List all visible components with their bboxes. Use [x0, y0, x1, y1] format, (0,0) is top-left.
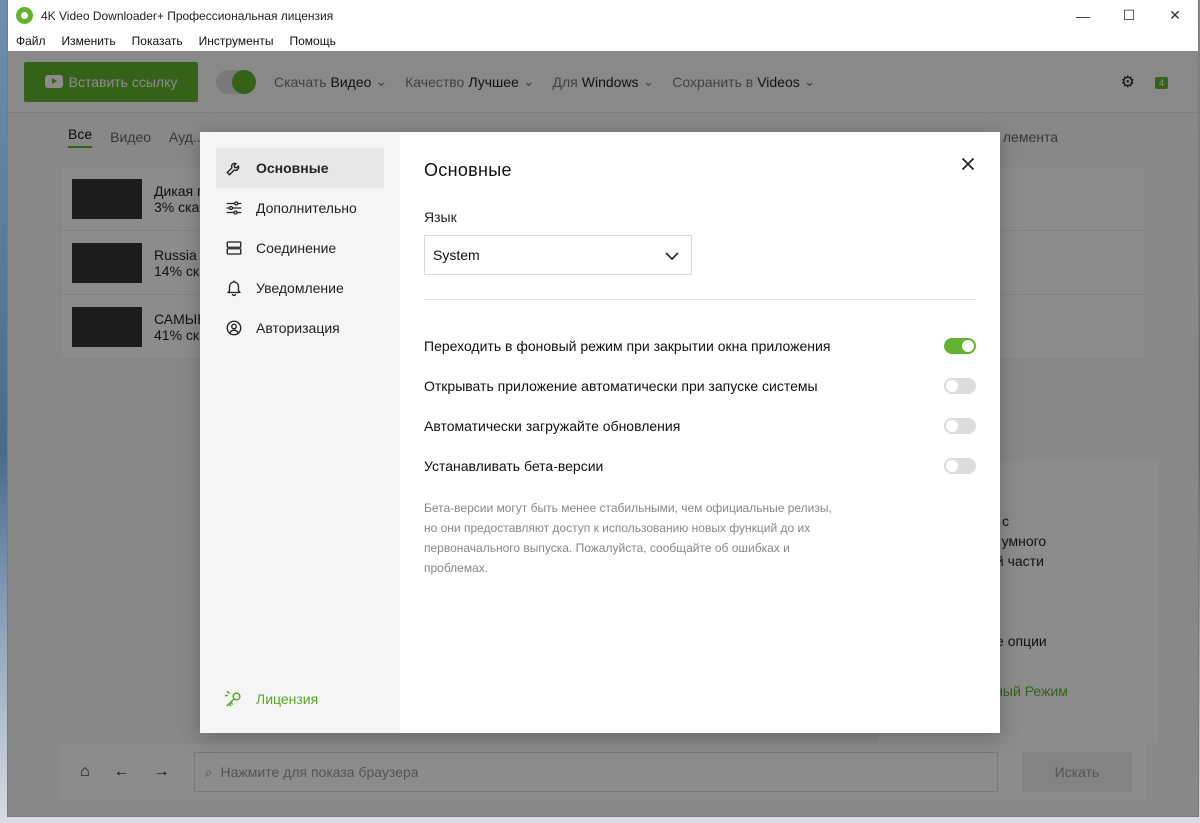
- menu-bar: Файл Изменить Показать Инструменты Помощ…: [8, 31, 1198, 51]
- window-title: 4K Video Downloader+ Профессиональная ли…: [41, 8, 334, 23]
- menu-view[interactable]: Показать: [124, 34, 191, 48]
- nav-label: Дополнительно: [256, 200, 357, 216]
- user-icon: [224, 318, 244, 338]
- key-icon: [224, 689, 244, 709]
- nav-label: Авторизация: [256, 320, 340, 336]
- nav-label: Основные: [256, 160, 329, 176]
- beta-note: Бета-версии могут быть менее стабильными…: [424, 501, 832, 575]
- close-window-button[interactable]: ✕: [1152, 0, 1198, 31]
- divider: [424, 299, 976, 300]
- language-label: Язык: [424, 209, 457, 225]
- toggle-row-background-mode: Переходить в фоновый режим при закрытии …: [424, 326, 976, 366]
- bell-icon: [224, 278, 244, 298]
- wrench-icon: [224, 158, 244, 178]
- close-dialog-button[interactable]: [958, 154, 978, 174]
- chevron-down-icon: [665, 247, 679, 263]
- autostart-switch[interactable]: [944, 378, 976, 394]
- title-bar: 4K Video Downloader+ Профессиональная ли…: [8, 0, 1198, 31]
- settings-title: Основные: [424, 160, 512, 180]
- nav-label: Соединение: [256, 240, 337, 256]
- app-logo-icon: [16, 7, 33, 24]
- nav-item-connection[interactable]: Соединение: [216, 228, 384, 268]
- toggle-label: Устанавливать бета-версии: [424, 458, 604, 474]
- minimize-button[interactable]: —: [1060, 0, 1106, 31]
- server-icon: [224, 238, 244, 258]
- menu-help[interactable]: Помощь: [282, 34, 344, 48]
- toggle-list: Переходить в фоновый режим при закрытии …: [424, 326, 976, 486]
- nav-item-general[interactable]: Основные: [216, 148, 384, 188]
- settings-content: Основные Язык System Переходить в фоновы…: [400, 132, 1000, 733]
- license-label: Лицензия: [256, 691, 319, 707]
- toggle-label: Открывать приложение автоматически при з…: [424, 378, 818, 394]
- settings-sidebar: Основные Дополнительно Соединение Уведом…: [200, 132, 400, 733]
- toggle-label: Переходить в фоновый режим при закрытии …: [424, 338, 831, 354]
- settings-dialog: Основные Дополнительно Соединение Уведом…: [200, 132, 1000, 733]
- sliders-icon: [224, 198, 244, 218]
- toggle-row-beta: Устанавливать бета-версии: [424, 446, 976, 486]
- auto-update-switch[interactable]: [944, 418, 976, 434]
- toggle-label: Автоматически загружайте обновления: [424, 418, 681, 434]
- toggle-row-autostart: Открывать приложение автоматически при з…: [424, 366, 976, 406]
- toggle-row-auto-update: Автоматически загружайте обновления: [424, 406, 976, 446]
- maximize-button[interactable]: ☐: [1106, 0, 1152, 31]
- menu-file[interactable]: Файл: [8, 34, 54, 48]
- menu-tools[interactable]: Инструменты: [191, 34, 282, 48]
- menu-edit[interactable]: Изменить: [54, 34, 124, 48]
- background-mode-switch[interactable]: [944, 338, 976, 354]
- language-value: System: [433, 247, 480, 263]
- nav-item-notifications[interactable]: Уведомление: [216, 268, 384, 308]
- nav-item-authorization[interactable]: Авторизация: [216, 308, 384, 348]
- license-link[interactable]: Лицензия: [216, 681, 318, 717]
- nav-item-advanced[interactable]: Дополнительно: [216, 188, 384, 228]
- beta-switch[interactable]: [944, 458, 976, 474]
- nav-label: Уведомление: [256, 280, 344, 296]
- language-select[interactable]: System: [424, 235, 692, 275]
